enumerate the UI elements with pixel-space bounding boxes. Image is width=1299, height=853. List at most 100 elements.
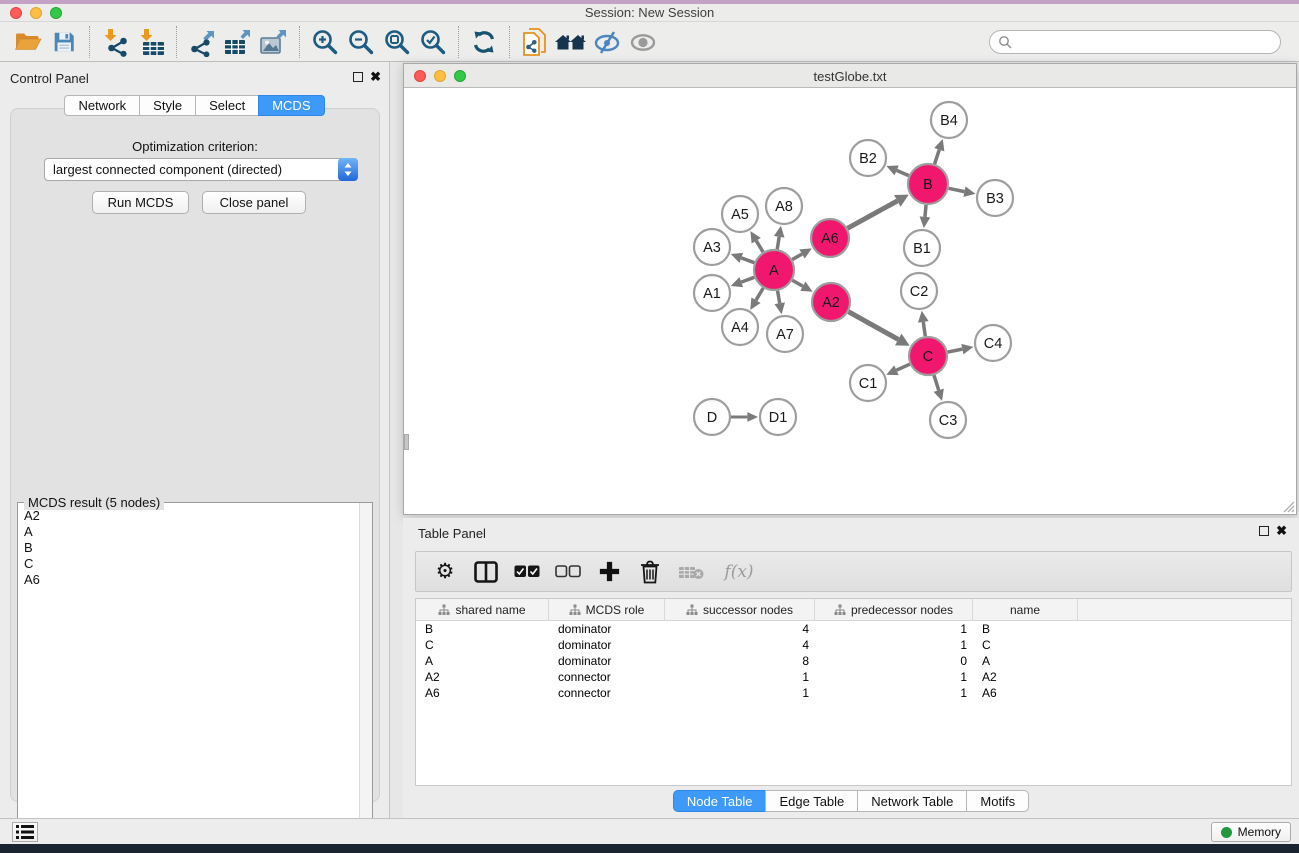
table-settings-button[interactable]: ⚙ <box>432 559 458 585</box>
home-button[interactable] <box>553 24 589 60</box>
run-mcds-button[interactable]: Run MCDS <box>92 191 189 214</box>
close-panel-button[interactable]: Close panel <box>202 191 306 214</box>
tab-network-table[interactable]: Network Table <box>857 790 967 812</box>
close-panel-icon[interactable]: ✖ <box>1276 526 1287 536</box>
open-session-button[interactable] <box>10 24 46 60</box>
edge-A-A8[interactable] <box>777 237 779 249</box>
resize-grip-icon[interactable] <box>1281 499 1295 513</box>
edge-B-B3[interactable] <box>949 188 965 191</box>
edge-C-C3[interactable] <box>934 375 939 390</box>
zoom-in-button[interactable] <box>307 24 343 60</box>
edge-A-A6[interactable] <box>792 254 802 260</box>
float-panel-icon[interactable] <box>353 72 363 82</box>
search-field[interactable] <box>989 30 1281 54</box>
column-header-shared-name[interactable]: shared name <box>416 599 549 620</box>
show-panels-button[interactable] <box>625 24 661 60</box>
import-network-button[interactable] <box>97 24 133 60</box>
tab-mcds[interactable]: MCDS <box>258 95 324 116</box>
network-window-titlebar[interactable]: testGlobe.txt <box>404 64 1296 88</box>
graph-node-label-C1: C1 <box>859 376 878 392</box>
graph-node-label-A7: A7 <box>776 327 794 343</box>
tab-select[interactable]: Select <box>195 95 259 116</box>
fx-icon: f(x) <box>724 562 753 582</box>
export-table-button[interactable] <box>220 24 256 60</box>
select-all-button[interactable] <box>514 559 540 585</box>
edge-A-A4[interactable] <box>756 288 763 300</box>
table-body: Bdominator41BCdominator41CAdominator80AA… <box>416 621 1291 701</box>
add-column-button[interactable] <box>596 559 622 585</box>
toggle-columns-button[interactable] <box>473 559 499 585</box>
graph-node-label-B3: B3 <box>986 191 1004 207</box>
table-row[interactable]: A6connector11A6 <box>416 685 1291 701</box>
edge-A-A5[interactable] <box>756 241 763 252</box>
float-panel-icon[interactable] <box>1259 526 1269 536</box>
columns-icon <box>474 561 498 583</box>
result-scrollbar[interactable] <box>359 503 372 844</box>
edge-C-C1[interactable] <box>896 364 909 370</box>
gear-icon: ⚙ <box>436 561 455 583</box>
edge-A6-B[interactable] <box>848 201 898 228</box>
import-table-button[interactable] <box>133 24 169 60</box>
network-overview-button[interactable] <box>517 24 553 60</box>
edge-A2-C[interactable] <box>848 312 898 340</box>
refresh-icon <box>470 28 498 56</box>
table-row[interactable]: Bdominator41B <box>416 621 1291 637</box>
save-session-button[interactable] <box>46 24 82 60</box>
table-row[interactable]: Adominator80A <box>416 653 1291 669</box>
function-builder-button[interactable]: f(x) <box>719 559 759 585</box>
export-image-button[interactable] <box>256 24 292 60</box>
cell-predecessor-nodes: 1 <box>815 622 973 636</box>
zoom-fit-icon <box>383 28 411 56</box>
delete-column-button[interactable] <box>637 559 663 585</box>
cell-shared-name: A6 <box>416 686 549 700</box>
edge-A-A1[interactable] <box>741 277 754 282</box>
deselect-all-button[interactable] <box>555 559 581 585</box>
edge-A-A7[interactable] <box>778 291 780 304</box>
search-icon <box>998 35 1012 49</box>
memory-button[interactable]: Memory <box>1211 822 1291 842</box>
tab-style[interactable]: Style <box>139 95 196 116</box>
edge-B-B1[interactable] <box>925 205 926 217</box>
hide-panels-button[interactable] <box>589 24 625 60</box>
graph-node-label-A5: A5 <box>731 207 749 223</box>
criterion-dropdown[interactable]: largest connected component (directed) <box>44 158 358 181</box>
tab-edge-table[interactable]: Edge Table <box>765 790 858 812</box>
table-row[interactable]: A2connector11A2 <box>416 669 1291 685</box>
list-icon <box>16 824 34 840</box>
export-network-button[interactable] <box>184 24 220 60</box>
edge-A-A2[interactable] <box>792 280 803 286</box>
result-item: C <box>24 556 352 572</box>
task-history-button[interactable] <box>12 822 38 842</box>
tab-node-table[interactable]: Node Table <box>673 790 767 812</box>
result-item: A6 <box>24 572 352 588</box>
column-header-predecessor-nodes[interactable]: predecessor nodes <box>815 599 973 620</box>
column-header-MCDS-role[interactable]: MCDS role <box>549 599 665 620</box>
save-floppy-icon <box>51 29 77 55</box>
cell-MCDS-role: connector <box>549 670 665 684</box>
edge-A-A3[interactable] <box>741 258 754 263</box>
delete-table-button[interactable] <box>678 559 704 585</box>
result-item: A2 <box>24 508 352 524</box>
edge-C-C2[interactable] <box>923 322 925 336</box>
search-input[interactable] <box>1012 35 1272 49</box>
tab-motifs[interactable]: Motifs <box>966 790 1029 812</box>
network-canvas[interactable]: AA1A3A4A5A7A8A6A2BB1B2B3B4CC1C2C3C4DD1 <box>404 88 1296 514</box>
graph-node-label-C: C <box>923 349 933 365</box>
column-header-successor-nodes[interactable]: successor nodes <box>665 599 815 620</box>
cell-MCDS-role: dominator <box>549 654 665 668</box>
refresh-layout-button[interactable] <box>466 24 502 60</box>
delete-table-icon <box>678 563 704 581</box>
column-header-name[interactable]: name <box>973 599 1078 620</box>
edge-B-B4[interactable] <box>935 150 940 164</box>
table-row[interactable]: Cdominator41C <box>416 637 1291 653</box>
edge-C-C4[interactable] <box>948 349 963 352</box>
birdseye-handle[interactable] <box>404 434 409 450</box>
zoom-fit-button[interactable] <box>379 24 415 60</box>
zoom-out-icon <box>347 28 375 56</box>
zoom-out-button[interactable] <box>343 24 379 60</box>
zoom-in-icon <box>311 28 339 56</box>
zoom-selected-button[interactable] <box>415 24 451 60</box>
tab-network[interactable]: Network <box>64 95 140 116</box>
close-panel-icon[interactable]: ✖ <box>370 72 381 82</box>
edge-B-B2[interactable] <box>897 170 909 175</box>
